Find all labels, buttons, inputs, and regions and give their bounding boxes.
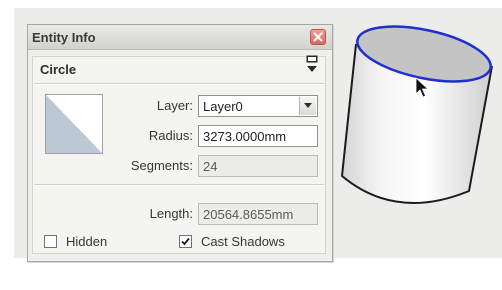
entity-info-dialog: Entity Info Circle Layer: Layer0 Radius:…: [27, 24, 333, 262]
close-button[interactable]: [310, 29, 326, 45]
cast-shadows-checkbox[interactable]: [179, 235, 192, 248]
panel-toggle-icon[interactable]: [306, 55, 318, 73]
segments-label: Segments:: [130, 158, 193, 173]
layer-label: Layer:: [156, 98, 193, 113]
layer-dropdown-button[interactable]: [299, 97, 316, 115]
canvas-border-left: [0, 0, 14, 290]
canvas-border-top: [0, 0, 502, 8]
checkmark-icon: [181, 237, 190, 246]
entity-type-label: Circle: [40, 62, 77, 77]
layer-select[interactable]: Layer0: [198, 95, 318, 117]
canvas-border-bottom: [0, 258, 502, 290]
hidden-label: Hidden: [66, 234, 108, 249]
radius-input[interactable]: 3273.0000mm: [198, 125, 318, 147]
header-separator: [34, 83, 324, 85]
close-icon: [313, 32, 323, 42]
cast-shadows-label: Cast Shadows: [201, 234, 285, 249]
chevron-down-icon: [304, 103, 312, 108]
hidden-checkbox[interactable]: [44, 235, 57, 248]
length-field: 20564.8655mm: [198, 203, 318, 225]
dialog-title: Entity Info: [32, 30, 96, 45]
layer-value: Layer0: [203, 99, 243, 114]
cylinder-model[interactable]: [336, 16, 496, 226]
section-separator: [34, 184, 324, 186]
radius-label: Radius:: [148, 128, 193, 143]
length-label: Length:: [149, 206, 193, 221]
segments-input[interactable]: 24: [198, 155, 318, 177]
dialog-titlebar[interactable]: Entity Info: [28, 25, 332, 50]
